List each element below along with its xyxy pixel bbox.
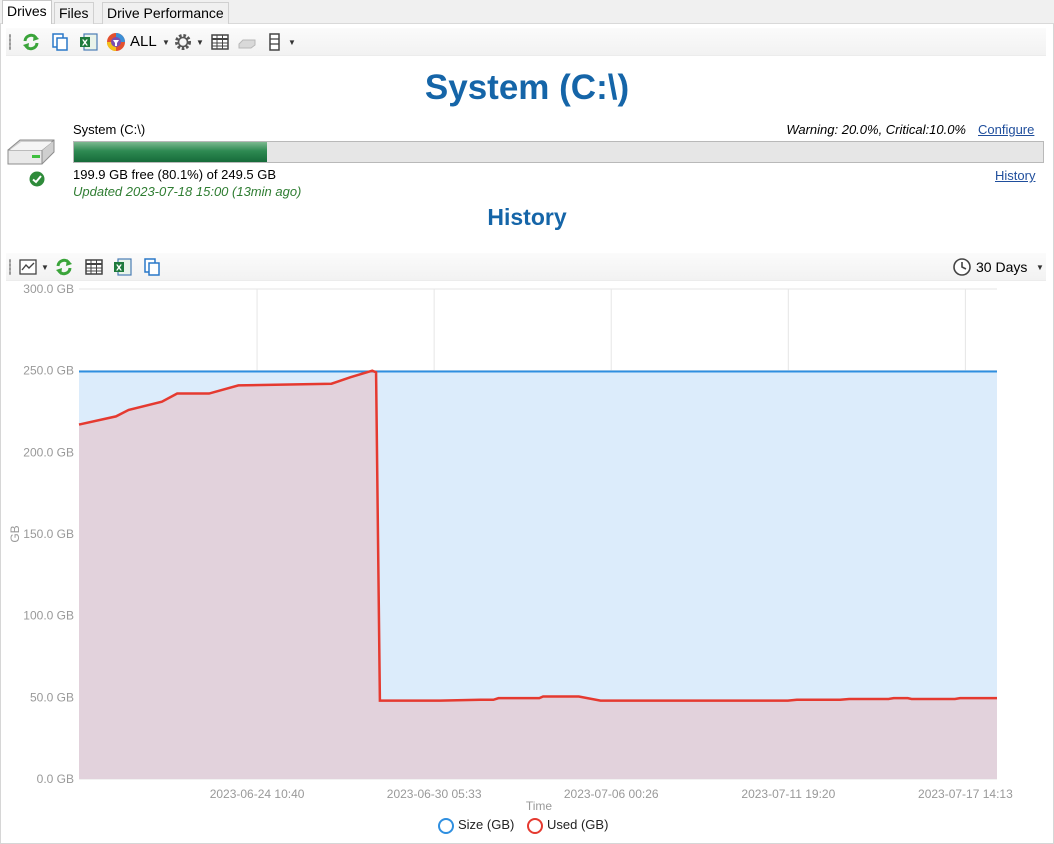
- settings-icon[interactable]: [173, 32, 193, 52]
- history-copy-icon[interactable]: [142, 257, 162, 277]
- history-link[interactable]: History: [995, 168, 1035, 183]
- y-tick-label: 300.0 GB: [23, 282, 74, 296]
- filter-icon[interactable]: [106, 32, 126, 52]
- legend-item-size[interactable]: Size (GB): [438, 816, 514, 836]
- svg-text:X: X: [116, 264, 123, 273]
- legend-used-label: Used (GB): [547, 817, 609, 832]
- x-tick-label: 2023-07-06 00:26: [564, 787, 659, 801]
- x-axis-label: Time: [526, 799, 553, 813]
- chart-type-dropdown-caret[interactable]: ▼: [41, 263, 49, 272]
- time-range-dropdown-caret[interactable]: ▼: [1036, 263, 1044, 272]
- table-icon[interactable]: [210, 32, 230, 52]
- configure-link[interactable]: Configure: [978, 122, 1034, 137]
- excel-export-icon[interactable]: X: [79, 32, 99, 52]
- settings-dropdown-caret[interactable]: ▼: [196, 38, 204, 47]
- chart-type-icon[interactable]: [18, 257, 38, 277]
- tab-files[interactable]: Files: [54, 2, 94, 24]
- threshold-text: Warning: 20.0%, Critical:10.0%: [786, 122, 966, 137]
- x-axis-ticks: 2023-06-24 10:40 2023-06-30 05:33 2023-07-…: [210, 787, 1013, 801]
- updated-text: Updated 2023-07-18 15:00 (13min ago): [73, 184, 302, 199]
- toolbar-grip[interactable]: [9, 34, 11, 50]
- y-tick-label: 200.0 GB: [23, 445, 74, 459]
- page-title: System (C:\): [424, 68, 630, 107]
- filter-dropdown-caret[interactable]: ▼: [162, 38, 170, 47]
- history-toolbar: ▼ X 30 Days ▼: [6, 253, 1046, 281]
- legend-item-used[interactable]: Used (GB): [527, 816, 608, 836]
- status-ok-icon: [29, 171, 45, 187]
- columns-dropdown-caret[interactable]: ▼: [288, 38, 296, 47]
- history-chart: 0.0 GB 50.0 GB 100.0 GB 150.0 GB 200.0 GB 250…: [8, 282, 1013, 813]
- main-toolbar: X ALL ▼ ▼ ▼: [6, 28, 1046, 56]
- svg-text:X: X: [82, 39, 89, 48]
- usage-bar-fill: [74, 142, 267, 162]
- legend-size-label: Size (GB): [458, 817, 515, 832]
- usage-bar: [73, 141, 1044, 163]
- x-tick-label: 2023-06-24 10:40: [210, 787, 305, 801]
- y-axis-label: GB: [8, 525, 22, 542]
- x-tick-label: 2023-07-17 14:13: [918, 787, 1013, 801]
- columns-icon[interactable]: [265, 32, 285, 52]
- history-title: History: [487, 204, 567, 230]
- free-space-text: 199.9 GB free (80.1%) of 249.5 GB: [73, 167, 277, 182]
- drive-name: System (C:\): [73, 122, 146, 137]
- refresh-icon[interactable]: [21, 32, 41, 52]
- y-tick-label: 150.0 GB: [23, 527, 74, 541]
- x-tick-label: 2023-07-11 19:20: [741, 787, 835, 801]
- chart-legend: Size (GB) Used (GB): [0, 816, 1054, 836]
- clock-icon[interactable]: [952, 257, 972, 277]
- legend-used-marker: [527, 817, 543, 834]
- filter-label[interactable]: ALL: [130, 33, 157, 50]
- history-table-icon[interactable]: [84, 257, 104, 277]
- tab-drive-performance[interactable]: Drive Performance: [102, 2, 229, 24]
- tab-drives[interactable]: Drives: [2, 0, 52, 25]
- y-axis-ticks: 0.0 GB 50.0 GB 100.0 GB 150.0 GB 200.0 GB 250…: [23, 282, 74, 786]
- hard-drive-icon: [6, 136, 56, 170]
- y-tick-label: 100.0 GB: [23, 609, 74, 623]
- copy-icon[interactable]: [50, 32, 70, 52]
- history-refresh-icon[interactable]: [54, 257, 74, 277]
- y-tick-label: 50.0 GB: [30, 690, 74, 704]
- history-excel-export-icon[interactable]: X: [113, 257, 133, 277]
- drive-icon: [237, 32, 257, 52]
- tab-bar: Drives Files Drive Performance: [0, 0, 1054, 25]
- legend-size-marker: [438, 817, 454, 834]
- x-tick-label: 2023-06-30 05:33: [387, 787, 482, 801]
- y-tick-label: 0.0 GB: [37, 772, 74, 786]
- time-range-label[interactable]: 30 Days: [976, 259, 1027, 275]
- history-toolbar-grip[interactable]: [9, 259, 11, 275]
- y-tick-label: 250.0 GB: [23, 364, 74, 378]
